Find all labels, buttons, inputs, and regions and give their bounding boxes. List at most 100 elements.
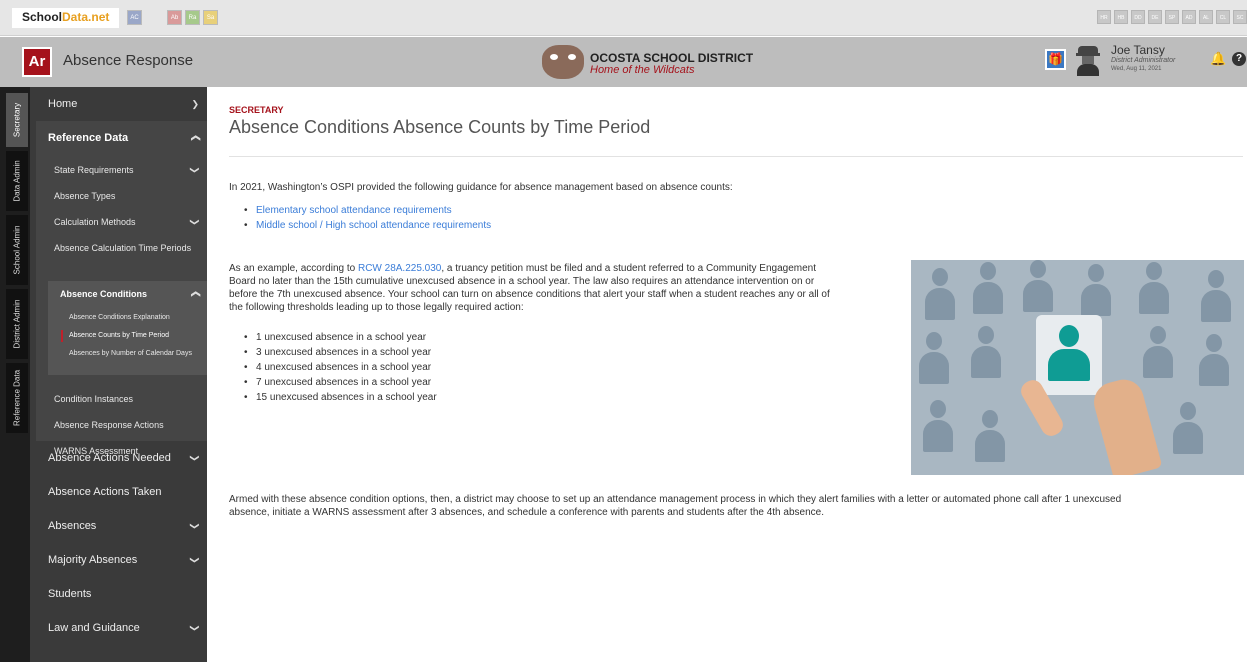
sidebar-item-conditions-explanation[interactable]: Absence Conditions Explanation bbox=[48, 309, 207, 327]
app-title[interactable]: Absence Response bbox=[63, 52, 193, 69]
app-chip[interactable]: SC bbox=[1233, 10, 1247, 24]
main-content: SECRETARY Absence Conditions Absence Cou… bbox=[207, 87, 1247, 662]
list-item: 1 unexcused absence in a school year bbox=[244, 332, 426, 343]
sidebar-item-state-requirements[interactable]: State Requirements ❯ bbox=[36, 157, 207, 183]
brand-datanet: Data.net bbox=[62, 10, 110, 24]
app-chip[interactable]: AD bbox=[1182, 10, 1196, 24]
sidebar-item-label: Reference Data bbox=[48, 132, 129, 144]
app-chip[interactable]: CL bbox=[1216, 10, 1230, 24]
sidebar-nav: Home ❯ Reference Data ❯ State Requiremen… bbox=[30, 87, 207, 662]
app-chip[interactable]: HR bbox=[1097, 10, 1111, 24]
absence-conditions-panel: Absence Conditions ❯ Absence Conditions … bbox=[48, 281, 207, 375]
section-label: SECRETARY bbox=[229, 105, 284, 115]
district-tagline: Home of the Wildcats bbox=[590, 64, 695, 76]
chevron-down-icon: ❯ bbox=[190, 218, 201, 226]
puzzle-people-image bbox=[911, 260, 1244, 475]
sidebar-item-actions-taken[interactable]: Absence Actions Taken bbox=[30, 475, 207, 509]
sidebar-item-law-and-guidance[interactable]: Law and Guidance ❯ bbox=[30, 611, 207, 645]
list-item: 7 unexcused absences in a school year bbox=[244, 377, 431, 388]
example-paragraph: As an example, according to RCW 28A.225.… bbox=[229, 262, 909, 314]
sidebar-item-absence-conditions[interactable]: Absence Conditions ❯ bbox=[48, 281, 207, 307]
sidebar-item-majority-absences[interactable]: Majority Absences ❯ bbox=[30, 543, 207, 577]
list-item: 15 unexcused absences in a school year bbox=[244, 392, 437, 403]
gift-icon[interactable]: 🎁 bbox=[1045, 49, 1066, 70]
top-brand-bar: SchoolData.net AC Ab Ra Sa HR HB DD DE S… bbox=[0, 0, 1247, 36]
tab-label: District Admin bbox=[12, 299, 22, 349]
tab-label: School Admin bbox=[12, 225, 22, 275]
sidebar-item-label: Absence Conditions bbox=[60, 289, 148, 299]
spy-avatar-icon[interactable] bbox=[1076, 44, 1100, 76]
district-name: OCOSTA SCHOOL DISTRICT bbox=[590, 51, 754, 65]
sidebar-item-label: Absence Calculation Time Periods bbox=[54, 243, 192, 253]
wildcat-mascot-icon bbox=[542, 45, 584, 79]
sidebar-item-calc-time-periods[interactable]: Absence Calculation Time Periods bbox=[36, 235, 207, 261]
app-chip-ac[interactable]: AC bbox=[127, 10, 142, 25]
page-title: Absence Conditions Absence Counts by Tim… bbox=[229, 117, 651, 137]
sidebar-item-absences[interactable]: Absences ❯ bbox=[30, 509, 207, 543]
chevron-down-icon: ❯ bbox=[191, 99, 199, 109]
bell-icon[interactable]: 🔔 bbox=[1210, 51, 1226, 67]
sidebar-item-label: State Requirements bbox=[54, 165, 134, 175]
example-text: As an example, according to bbox=[229, 263, 358, 274]
app-chip[interactable]: SP bbox=[1165, 10, 1179, 24]
middle-high-requirements-link[interactable]: Middle school / High school attendance r… bbox=[244, 220, 491, 231]
right-app-chips: HR HB DD DE SP AD AL CL SC bbox=[1097, 10, 1247, 24]
sidebar-item-label: Absence Actions Needed bbox=[48, 452, 171, 464]
tab-reference-data[interactable]: Reference Data bbox=[6, 363, 28, 433]
sidebar-item-label: Majority Absences bbox=[48, 554, 138, 566]
tab-label: Reference Data bbox=[12, 369, 22, 427]
district-branding: OCOSTA SCHOOL DISTRICT Home of the Wildc… bbox=[542, 43, 753, 83]
user-date: Wed, Aug 11, 2021 bbox=[1111, 66, 1162, 72]
user-name[interactable]: Joe Tansy bbox=[1111, 43, 1165, 57]
chevron-up-icon: ❯ bbox=[190, 290, 201, 298]
sidebar-item-label: Absence Actions Taken bbox=[48, 486, 162, 498]
sidebar-item-label: Absence Types bbox=[54, 191, 116, 201]
sidebar-item-calendar-days[interactable]: Absences by Number of Calendar Days bbox=[48, 345, 207, 363]
closing-paragraph: Armed with these absence condition optio… bbox=[229, 493, 1244, 519]
divider bbox=[229, 156, 1243, 157]
user-role: District Administrator bbox=[1111, 57, 1176, 64]
app-logo[interactable]: Ar bbox=[22, 47, 52, 77]
sidebar-item-counts-by-time-period[interactable]: Absence Counts by Time Period bbox=[48, 327, 207, 345]
tab-secretary[interactable]: Secretary bbox=[6, 93, 28, 147]
app-chip-ra[interactable]: Ra bbox=[185, 10, 200, 25]
sidebar-item-condition-instances[interactable]: Condition Instances bbox=[36, 386, 207, 412]
example-text: Board no later than the 15th cumulative … bbox=[229, 276, 815, 287]
schooldata-logo[interactable]: SchoolData.net bbox=[12, 8, 120, 28]
sidebar-item-label: Calculation Methods bbox=[54, 217, 136, 227]
help-icon[interactable]: ? bbox=[1232, 52, 1246, 66]
sidebar-item-label: Absences bbox=[48, 520, 97, 532]
sidebar-item-label: Home bbox=[48, 98, 78, 110]
list-item: 3 unexcused absences in a school year bbox=[244, 347, 431, 358]
app-chip[interactable]: DD bbox=[1131, 10, 1145, 24]
app-chip[interactable]: HB bbox=[1114, 10, 1128, 24]
sidebar-item-reference-data[interactable]: Reference Data ❯ bbox=[36, 121, 207, 155]
tab-school-admin[interactable]: School Admin bbox=[6, 215, 28, 285]
sidebar-item-home[interactable]: Home ❯ bbox=[30, 87, 207, 121]
tab-label: Data Admin bbox=[12, 160, 22, 202]
elementary-requirements-link[interactable]: Elementary school attendance requirement… bbox=[244, 205, 452, 216]
reference-data-panel: Reference Data ❯ State Requirements ❯ Ab… bbox=[36, 121, 207, 456]
app-chip-ab[interactable]: Ab bbox=[167, 10, 182, 25]
tab-label: Secretary bbox=[12, 102, 22, 138]
closing-text: absence, initiate a WARNS assessment aft… bbox=[229, 507, 824, 518]
chevron-down-icon: ❯ bbox=[190, 166, 201, 174]
app-chip[interactable]: DE bbox=[1148, 10, 1162, 24]
sidebar-item-label: Students bbox=[48, 588, 92, 600]
sidebar-item-response-actions[interactable]: Absence Response Actions bbox=[36, 412, 207, 438]
tab-district-admin[interactable]: District Admin bbox=[6, 289, 28, 359]
app-chip[interactable]: AL bbox=[1199, 10, 1213, 24]
list-item: 4 unexcused absences in a school year bbox=[244, 362, 431, 373]
tab-data-admin[interactable]: Data Admin bbox=[6, 151, 28, 211]
sidebar-item-actions-needed[interactable]: Absence Actions Needed ❯ bbox=[30, 441, 207, 475]
rcw-link[interactable]: RCW 28A.225.030 bbox=[358, 263, 441, 274]
sidebar-item-absence-types[interactable]: Absence Types bbox=[36, 183, 207, 209]
app-header: Ar Absence Response OCOSTA SCHOOL DISTRI… bbox=[0, 37, 1247, 87]
brand-school: School bbox=[22, 10, 63, 24]
sidebar-item-label: Law and Guidance bbox=[48, 622, 140, 634]
sidebar-item-calculation-methods[interactable]: Calculation Methods ❯ bbox=[36, 209, 207, 235]
example-text: before the 7th unexcused absence. Your s… bbox=[229, 289, 830, 300]
app-chip-sa[interactable]: Sa bbox=[203, 10, 218, 25]
sidebar-item-students[interactable]: Students bbox=[30, 577, 207, 611]
intro-text: In 2021, Washington’s OSPI provided the … bbox=[229, 182, 733, 193]
